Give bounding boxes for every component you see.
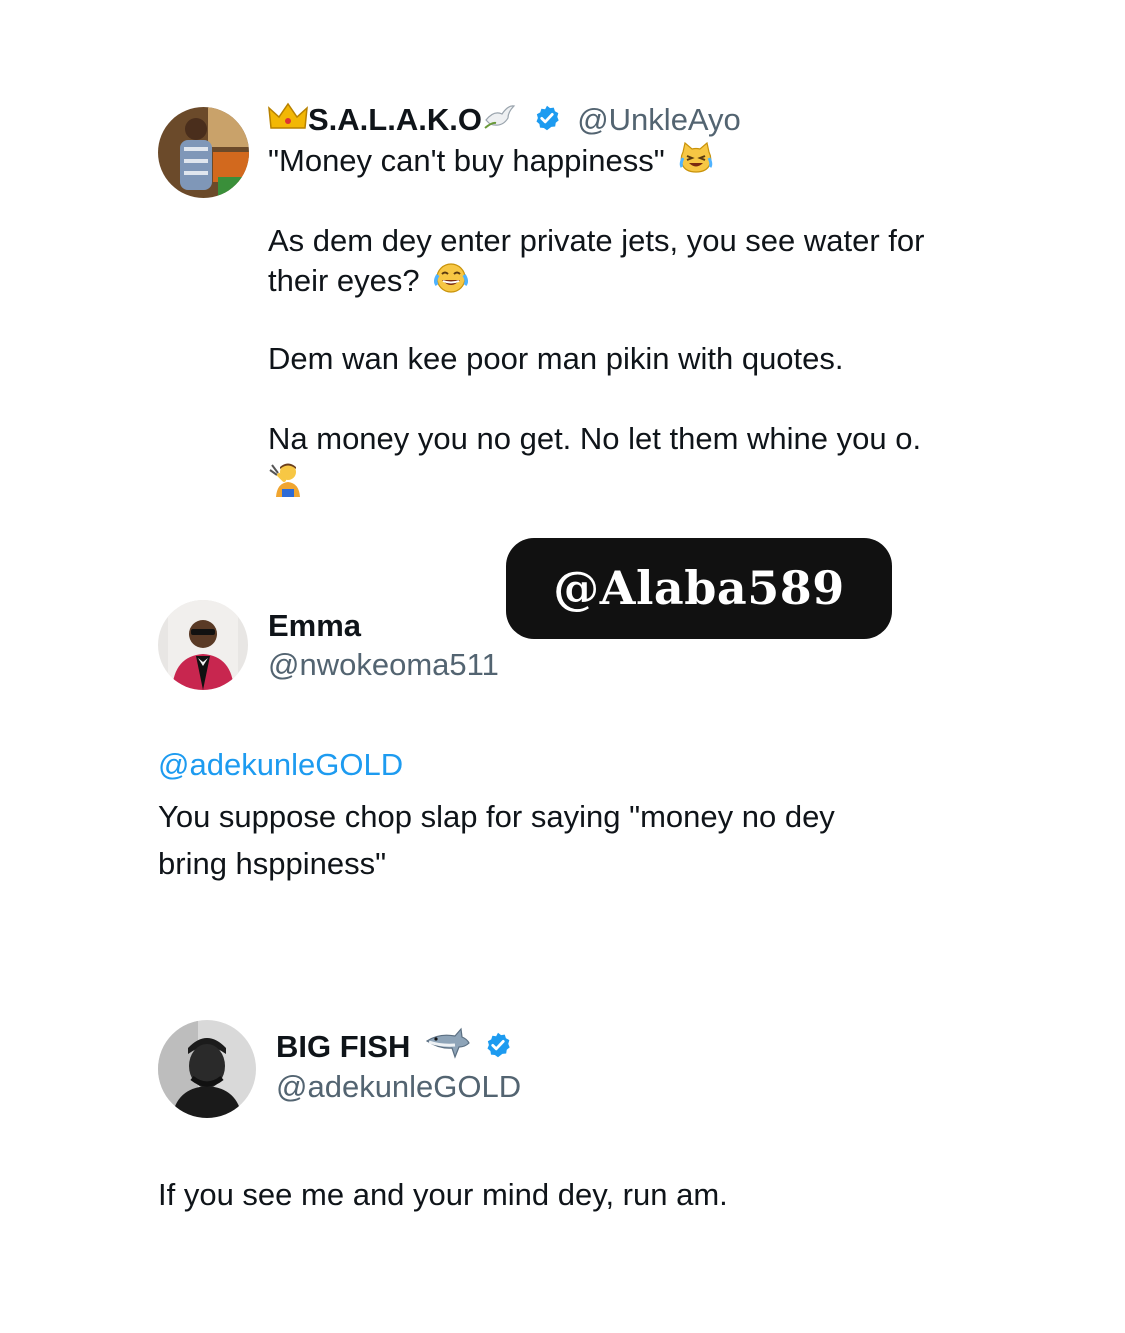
display-name[interactable]: Emma <box>268 606 361 646</box>
handle[interactable]: @adekunleGOLD <box>276 1067 521 1107</box>
tweet-2-body: You suppose chop slap for saying "money … <box>158 793 978 887</box>
dove-icon <box>482 102 516 142</box>
tweet-1-line1: "Money can't buy happiness" <box>268 141 713 184</box>
tweet-1-quote: "Money can't buy happiness" <box>268 143 665 178</box>
mention-link[interactable]: @adekunleGOLD <box>158 745 403 785</box>
avatar-salako[interactable] <box>158 107 249 198</box>
tweet-1-para2-line2: their eyes? <box>268 263 420 298</box>
tweet-2-line1: You suppose chop slap for saying "money … <box>158 799 835 834</box>
verified-badge-icon <box>533 102 561 142</box>
tweet-1-para2: As dem dey enter private jets, you see w… <box>268 221 968 304</box>
display-name[interactable]: S.A.L.A.K.O <box>308 102 482 137</box>
tweet-3-header: BIG FISH <box>276 1027 512 1071</box>
crown-icon <box>268 102 308 142</box>
tweet-1-para2-line1: As dem dey enter private jets, you see w… <box>268 223 925 258</box>
verified-badge-icon <box>484 1029 512 1069</box>
tweet-3-body: If you see me and your mind dey, run am. <box>158 1177 728 1212</box>
handle[interactable]: @UnkleAyo <box>577 102 741 137</box>
tweet-1-para4: Na money you no get. No let them whine y… <box>268 419 968 509</box>
person-fanning-icon <box>268 459 308 509</box>
watermark-label: @Alaba589 <box>506 538 892 639</box>
avatar-big-fish[interactable] <box>158 1020 256 1118</box>
tears-of-joy-icon <box>434 262 469 304</box>
display-name[interactable]: BIG FISH <box>276 1029 410 1064</box>
tweet-2-line2: bring hsppiness" <box>158 846 387 881</box>
tweet-1-para3: Dem wan kee poor man pikin with quotes. <box>268 341 844 376</box>
avatar-emma[interactable] <box>158 600 248 690</box>
shark-icon <box>425 1027 471 1071</box>
crying-laughing-cat-icon <box>679 141 713 184</box>
handle[interactable]: @nwokeoma511 <box>268 645 499 685</box>
tweet-1-header: S.A.L.A.K.O @UnkleAyo <box>268 100 741 142</box>
tweet-1-para4-line1: Na money you no get. No let them whine y… <box>268 421 922 456</box>
